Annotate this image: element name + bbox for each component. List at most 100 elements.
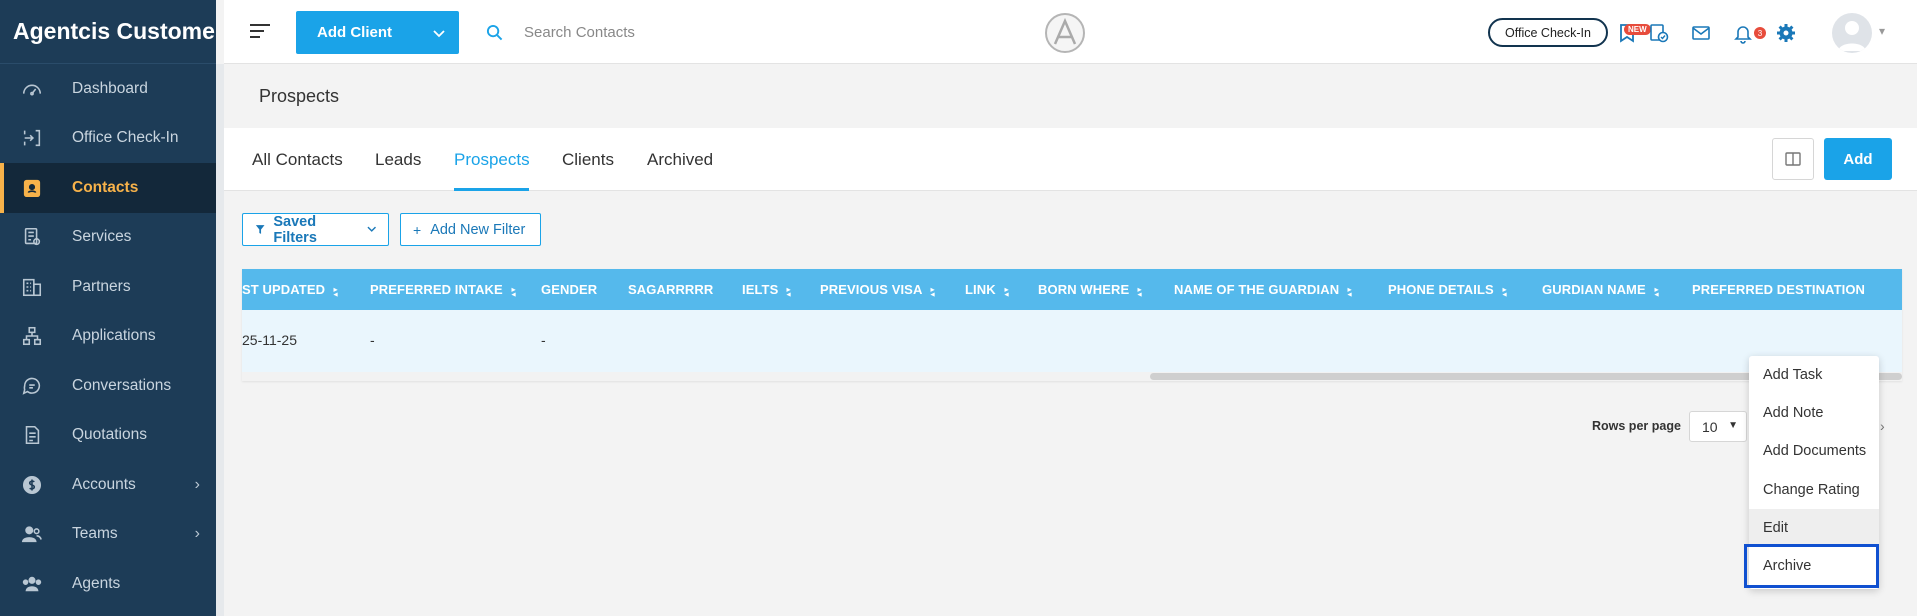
page-title: Prospects	[259, 86, 340, 106]
sidebar-item-services[interactable]: Services	[0, 213, 216, 263]
search-input[interactable]	[524, 18, 824, 46]
company-logo	[1044, 12, 1086, 54]
building-icon	[20, 275, 44, 299]
add-client-button[interactable]: Add Client	[296, 11, 459, 54]
avatar[interactable]	[1832, 13, 1872, 53]
column-header[interactable]: LINK ▲▼	[965, 282, 1013, 297]
column-header[interactable]: PREVIOUS VISA ▲▼	[820, 282, 939, 297]
column-header[interactable]: SAGARRRRR	[628, 282, 713, 297]
notification-count-badge: 3	[1754, 27, 1766, 39]
sidebar-item-label: Contacts	[72, 178, 139, 196]
column-header[interactable]: GENDER	[541, 282, 597, 297]
saved-filters-label: Saved Filters	[273, 213, 317, 246]
search-icon[interactable]	[486, 24, 503, 46]
column-header-label: PHONE DETAILS	[1388, 282, 1494, 297]
contact-card-icon	[20, 176, 44, 200]
column-header-label: SAGARRRRR	[628, 282, 714, 297]
column-header[interactable]: PREFERRED INTAKE ▲▼	[370, 282, 520, 297]
table-header: ST UPDATED ▲▼ PREFERRED INTAKE ▲▼ GENDER SAGA…	[242, 269, 1902, 310]
menu-item-change-rating[interactable]: Change Rating	[1749, 471, 1879, 509]
saved-filters-button[interactable]: Saved Filters	[242, 213, 389, 246]
menu-item-add-task[interactable]: Add Task	[1749, 356, 1879, 394]
bell-icon[interactable]	[1732, 22, 1754, 44]
mail-icon[interactable]	[1690, 22, 1712, 44]
column-header-label: NAME OF THE GUARDIAN	[1174, 282, 1340, 297]
sidebar-item-accounts[interactable]: Accounts ›	[0, 460, 216, 510]
dollar-icon	[20, 473, 44, 497]
chevron-down-icon[interactable]	[419, 25, 459, 41]
topbar: Add Client Office Check-In NEW 3 ▾	[224, 0, 1917, 64]
checkin-icon	[20, 126, 44, 150]
sidebar-scrollbar[interactable]	[216, 64, 224, 616]
column-header-label: GENDER	[541, 282, 598, 297]
brand-title[interactable]: Agentcis Custome...	[0, 0, 216, 64]
tasks-icon[interactable]	[1648, 22, 1670, 44]
column-header[interactable]: PREFERRED DESTINATION	[1692, 282, 1865, 297]
column-header[interactable]: IELTS ▲▼	[742, 282, 795, 297]
sidebar-item-contacts[interactable]: Contacts	[0, 163, 216, 213]
tab-leads[interactable]: Leads	[375, 150, 421, 170]
column-header-label: GURDIAN NAME	[1542, 282, 1646, 297]
sidebar-item-dashboard[interactable]: Dashboard	[0, 64, 216, 114]
sidebar-item-office-check-in[interactable]: Office Check-In	[0, 114, 216, 164]
column-header[interactable]: PHONE DETAILS ▲▼	[1388, 282, 1511, 297]
next-page-icon[interactable]: ›	[1880, 418, 1885, 434]
sidebar-item-label: Teams	[72, 525, 118, 543]
sidebar-item-conversations[interactable]: Conversations	[0, 361, 216, 411]
column-toggle-button[interactable]	[1772, 138, 1814, 180]
chevron-down-icon[interactable]: ▾	[1879, 24, 1885, 38]
column-header[interactable]: GURDIAN NAME ▲▼	[1542, 282, 1663, 297]
column-header[interactable]: BORN WHERE ▲▼	[1038, 282, 1146, 297]
menu-item-archive[interactable]: Archive	[1744, 544, 1879, 588]
sort-icon: ▲▼	[509, 286, 518, 296]
sort-icon: ▲▼	[1346, 286, 1355, 296]
office-checkin-button[interactable]: Office Check-In	[1488, 18, 1608, 47]
column-header-label: PREFERRED INTAKE	[370, 282, 503, 297]
plus-icon: +	[413, 221, 422, 238]
column-header-label: ST UPDATED	[242, 282, 326, 297]
agents-icon	[20, 572, 44, 596]
chevron-right-icon: ›	[194, 525, 200, 543]
column-header-label: IELTS	[742, 282, 779, 297]
tab-clients[interactable]: Clients	[562, 150, 614, 170]
sidebar-item-label: Partners	[72, 277, 131, 295]
rows-per-page-select[interactable]: 10 ▼	[1689, 411, 1747, 442]
sidebar-item-agents[interactable]: Agents	[0, 559, 216, 609]
columns-icon	[1785, 152, 1801, 166]
table-horizontal-scrollbar[interactable]	[242, 372, 1902, 381]
new-badge: NEW	[1624, 24, 1651, 35]
menu-toggle-icon[interactable]	[250, 24, 270, 40]
sidebar-item-applications[interactable]: Applications	[0, 312, 216, 362]
services-icon	[20, 225, 44, 249]
column-header[interactable]: ST UPDATED ▲▼	[242, 282, 342, 297]
table-cell: 25-11-25	[242, 332, 298, 348]
menu-item-edit[interactable]: Edit	[1749, 509, 1879, 547]
add-button[interactable]: Add	[1824, 138, 1892, 180]
add-client-label: Add Client	[317, 24, 392, 41]
tabs-bar: All Contacts Leads Prospects Clients Arc…	[224, 128, 1917, 191]
workflow-icon	[20, 324, 44, 348]
table-row[interactable]: 25-11-25 - -	[242, 310, 1902, 372]
sidebar-item-label: Dashboard	[72, 79, 148, 97]
tab-archived[interactable]: Archived	[647, 150, 713, 170]
sidebar-item-teams[interactable]: Teams ›	[0, 510, 216, 560]
menu-item-add-note[interactable]: Add Note	[1749, 394, 1879, 432]
add-new-filter-button[interactable]: + Add New Filter	[400, 213, 541, 246]
sort-icon: ▲▼	[929, 286, 938, 296]
menu-item-add-documents[interactable]: Add Documents	[1749, 432, 1879, 470]
chevron-down-icon	[367, 226, 376, 232]
sidebar: Agentcis Custome... Dashboard Office Che…	[0, 0, 216, 616]
tab-all-contacts[interactable]: All Contacts	[252, 150, 343, 170]
sort-icon: ▲▼	[785, 286, 794, 296]
column-header-label: LINK	[965, 282, 996, 297]
tab-prospects[interactable]: Prospects	[454, 150, 530, 170]
sort-icon: ▲▼	[1500, 286, 1509, 296]
sidebar-item-partners[interactable]: Partners	[0, 262, 216, 312]
table-cell: -	[541, 332, 546, 348]
sort-icon: ▲▼	[1136, 286, 1145, 296]
sidebar-item-label: Quotations	[72, 426, 147, 444]
gauge-icon	[20, 77, 44, 101]
column-header[interactable]: NAME OF THE GUARDIAN ▲▼	[1174, 282, 1356, 297]
gear-icon[interactable]	[1775, 22, 1797, 44]
sidebar-item-quotations[interactable]: Quotations	[0, 411, 216, 461]
